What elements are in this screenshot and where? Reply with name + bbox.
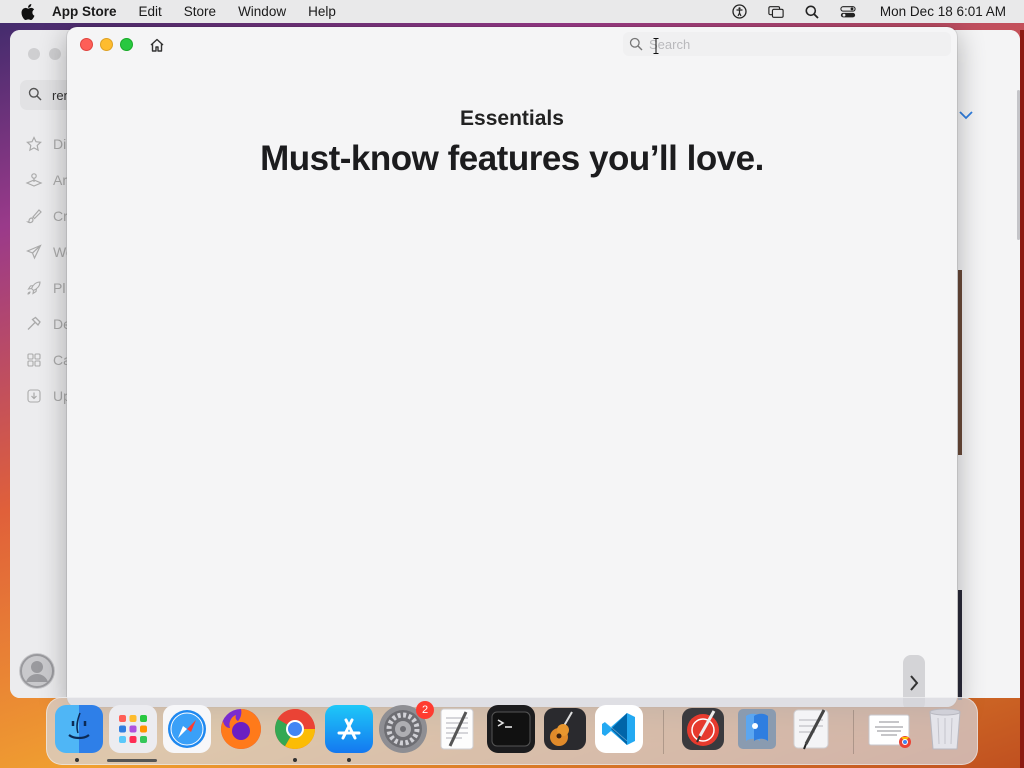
screen-mirroring-icon[interactable] — [768, 4, 784, 20]
menu-help[interactable]: Help — [308, 4, 336, 19]
search-icon — [28, 87, 44, 103]
dock-terminal-icon[interactable] — [487, 705, 535, 753]
dock-vscode-icon[interactable] — [595, 705, 643, 753]
sidebar-item-arcade[interactable]: Ar — [24, 169, 67, 191]
dock-trash-icon[interactable] — [921, 705, 969, 753]
system-settings-badge: 2 — [416, 701, 434, 719]
dock-separator — [663, 710, 664, 754]
dock-progress-indicator — [107, 759, 157, 762]
search-input[interactable] — [649, 36, 939, 52]
dock-running-indicator — [347, 758, 351, 762]
dock-running-indicator — [75, 758, 79, 762]
status-area: Mon Dec 18 6:01 AM — [712, 0, 1006, 23]
minimize-button[interactable] — [100, 38, 113, 51]
desktop-edge — [1020, 30, 1024, 768]
accessibility-icon[interactable] — [732, 4, 748, 20]
dock-preview-icon[interactable] — [733, 705, 781, 753]
zoom-button[interactable] — [120, 38, 133, 51]
dock-finder-icon[interactable] — [55, 705, 103, 753]
grid-icon — [24, 351, 44, 369]
sidebar-item-create[interactable]: Cr — [24, 205, 68, 227]
brush-icon — [24, 207, 44, 225]
menu-store[interactable]: Store — [184, 4, 216, 19]
background-window-controls — [28, 48, 68, 60]
apple-menu-icon[interactable] — [18, 3, 38, 20]
search-icon — [629, 37, 643, 51]
sidebar-item-develop[interactable]: De — [24, 313, 68, 335]
rocket-icon — [24, 279, 44, 297]
sidebar-item-label: Di — [53, 136, 67, 152]
dock-script-editor-icon[interactable] — [787, 705, 835, 753]
spotlight-icon[interactable] — [804, 4, 820, 20]
story-title: Must-know features you’ll love. — [260, 139, 764, 178]
text-cursor-icon — [653, 38, 659, 54]
window-controls — [80, 38, 140, 51]
star-icon — [24, 135, 44, 153]
menu-window[interactable]: Window — [238, 4, 286, 19]
dock-chrome-icon[interactable] — [271, 705, 319, 753]
sidebar-item-label: Cr — [53, 208, 68, 224]
background-sidebar: ren Di Ar Cr Wo Pl De Ca — [10, 30, 68, 698]
account-avatar[interactable] — [19, 653, 55, 689]
menu-edit[interactable]: Edit — [139, 4, 162, 19]
dock-firefox-icon[interactable] — [217, 705, 265, 753]
dock-textedit-icon[interactable] — [433, 705, 481, 753]
background-image-edge — [958, 590, 962, 700]
arcade-icon — [24, 171, 44, 189]
sidebar-item-discover[interactable]: Di — [24, 133, 66, 155]
menu-app-name[interactable]: App Store — [52, 4, 117, 19]
sidebar-item-label: Up — [53, 388, 68, 404]
sidebar-item-label: Wo — [53, 244, 68, 260]
sidebar-item-label: Pl — [53, 280, 66, 296]
sidebar-item-label: Ar — [53, 172, 67, 188]
control-center-icon[interactable] — [840, 4, 856, 20]
dock-app-store-icon[interactable] — [325, 705, 373, 753]
hammer-icon — [24, 315, 44, 333]
sidebar-item-work[interactable]: Wo — [24, 241, 68, 263]
sidebar-item-play[interactable]: Pl — [24, 277, 65, 299]
background-search-field[interactable]: ren — [20, 80, 68, 110]
search-field[interactable] — [623, 32, 951, 56]
background-search-value: ren — [52, 87, 68, 103]
dock-garageband-icon[interactable] — [541, 705, 589, 753]
essentials-story-window: Essentials Must-know features you’ll lov… — [67, 27, 957, 707]
background-minimize-button[interactable] — [49, 48, 61, 60]
dock: 2 — [46, 697, 978, 765]
background-content-edge — [958, 30, 1020, 698]
background-image-edge — [958, 270, 962, 455]
menubar-clock[interactable]: Mon Dec 18 6:01 AM — [880, 4, 1006, 19]
story-eyebrow: Essentials — [460, 107, 564, 130]
dock-separator — [853, 710, 854, 754]
dock-instruments-icon[interactable] — [679, 705, 727, 753]
sidebar-item-updates[interactable]: Up — [24, 385, 68, 407]
chevron-down-icon[interactable] — [958, 108, 974, 120]
paperplane-icon — [24, 243, 44, 261]
background-close-button[interactable] — [28, 48, 40, 60]
dock-launchpad-icon[interactable] — [109, 705, 157, 753]
sidebar-item-label: De — [53, 316, 68, 332]
close-button[interactable] — [80, 38, 93, 51]
dock-running-indicator — [293, 758, 297, 762]
dock-document-icon[interactable] — [865, 705, 913, 753]
download-icon — [24, 387, 44, 405]
dock-safari-icon[interactable] — [163, 705, 211, 753]
menu-bar: App Store Edit Store Window Help Mon Dec… — [0, 0, 1024, 23]
sidebar-item-label: Ca — [53, 352, 68, 368]
home-icon[interactable] — [148, 36, 166, 54]
sidebar-item-categories[interactable]: Ca — [24, 349, 68, 371]
